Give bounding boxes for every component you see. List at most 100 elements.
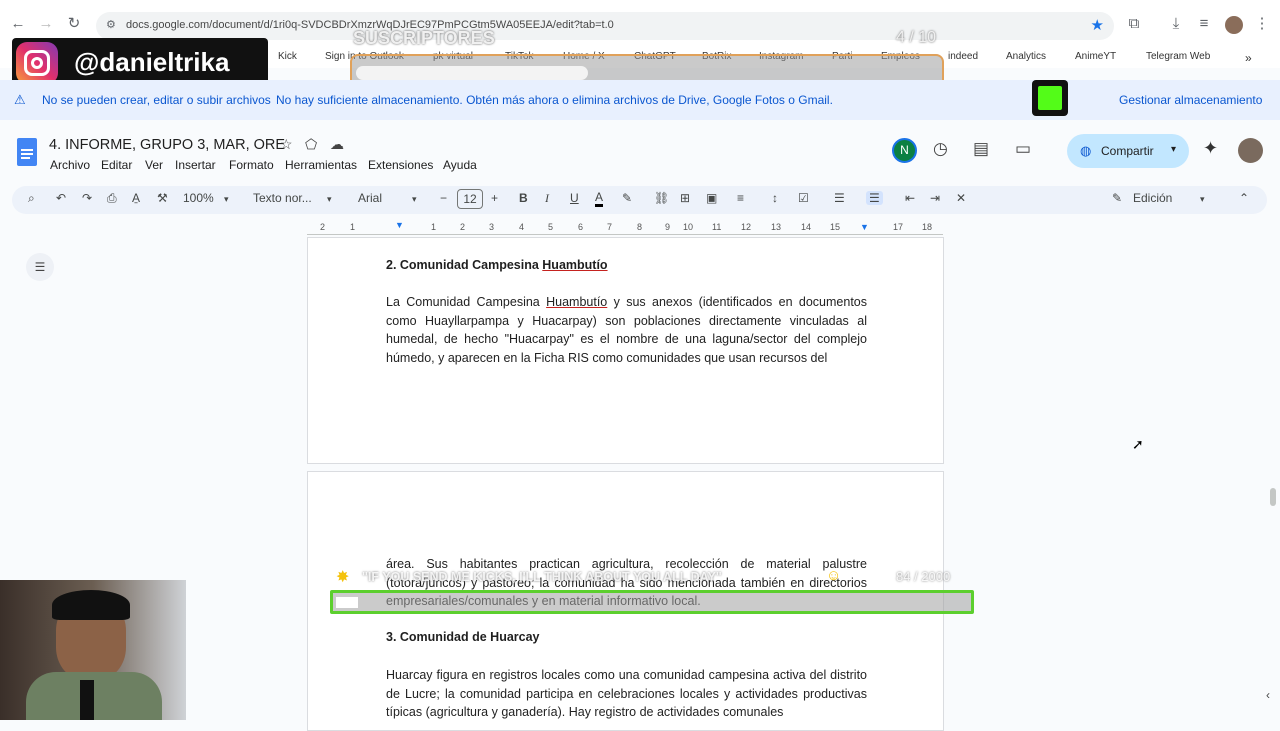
sparkle-icon: ✸ <box>336 569 350 586</box>
menu-herramientas[interactable]: Herramientas <box>285 158 357 172</box>
banner-message: No hay suficiente almacenamiento. Obtén … <box>276 93 833 107</box>
right-indent-marker[interactable]: ▼ <box>860 222 869 232</box>
bookmark-indeed[interactable]: indeed <box>948 51 978 62</box>
bookmark-animeyt[interactable]: AnimeYT <box>1075 51 1116 62</box>
bullet-list-icon[interactable]: ☰ <box>834 191 845 205</box>
extensions-icon[interactable]: ⧉ <box>1122 12 1146 36</box>
share-label: Compartir <box>1101 144 1154 158</box>
comment-icon[interactable]: ⊞ <box>680 191 690 205</box>
font-select[interactable]: Arial <box>358 191 382 205</box>
text-color-icon[interactable]: A <box>595 191 604 207</box>
font-dropdown-icon[interactable]: ▾ <box>412 194 417 205</box>
profile-avatar[interactable] <box>1225 16 1243 34</box>
zoom-dropdown-icon[interactable]: ▾ <box>224 194 229 205</box>
font-size-input[interactable]: 12 <box>457 189 483 209</box>
downloads-icon[interactable]: ⤓ <box>1164 12 1188 36</box>
menu-insertar[interactable]: Insertar <box>175 158 216 172</box>
undo-icon[interactable]: ↶ <box>56 191 66 205</box>
mode-dropdown-icon[interactable]: ▾ <box>1200 194 1205 205</box>
hide-menus-icon[interactable]: ⌃ <box>1239 191 1249 205</box>
line-spacing-icon[interactable]: ↕ <box>772 191 778 205</box>
meet-icon[interactable]: ▭ <box>1015 139 1031 159</box>
subs-progress-fill <box>356 66 588 80</box>
media-icon[interactable]: ≡ <box>1192 12 1216 36</box>
webcam-feed <box>0 580 186 720</box>
bookmark-analytics[interactable]: Analytics <box>1006 51 1046 62</box>
more-bookmarks-icon[interactable]: » <box>1245 51 1252 65</box>
address-bar[interactable]: ⚙ docs.google.com/document/d/1ri0q-SVDCB… <box>96 12 1114 40</box>
manage-storage-link[interactable]: Gestionar almacenamiento <box>1119 93 1262 107</box>
highlight-icon[interactable]: ✎ <box>622 191 632 205</box>
star-icon[interactable]: ☆ <box>280 136 293 153</box>
menu-ayuda[interactable]: Ayuda <box>443 158 477 172</box>
document-page[interactable]: 2. Comunidad Campesina Huambutío La Comu… <box>307 237 944 464</box>
kick-ticker-text: "IF YOU SEND ME KICKS, I'LL THINK ABOUT … <box>362 570 722 584</box>
clear-format-icon[interactable]: ✕ <box>956 191 966 205</box>
account-avatar[interactable] <box>1238 138 1263 163</box>
bookmark-kick[interactable]: Kick <box>278 51 297 62</box>
style-select[interactable]: Texto nor... <box>253 191 312 205</box>
spellcheck-icon[interactable]: A̱ <box>132 191 140 205</box>
storage-warning-banner: ⚠ No se pueden crear, editar o subir arc… <box>0 80 1280 120</box>
redo-icon[interactable]: ↷ <box>82 191 92 205</box>
docs-header: 4. INFORME, GRUPO 3, MAR, ORE ☆ ⬠ ☁ Arch… <box>0 130 1280 185</box>
goal-progress-fill <box>336 597 358 608</box>
share-dropdown-icon[interactable]: ▾ <box>1171 144 1176 155</box>
cloud-status-icon: ☁ <box>330 136 344 152</box>
doc-title[interactable]: 4. INFORME, GRUPO 3, MAR, ORE <box>49 137 285 153</box>
gemini-icon[interactable]: ✦ <box>1203 138 1218 159</box>
zoom-select[interactable]: 100% <box>183 191 214 205</box>
decrease-size-icon[interactable]: − <box>440 191 447 205</box>
bookmark-star-icon[interactable]: ★ <box>1091 16 1104 34</box>
bold-icon[interactable]: B <box>519 191 528 205</box>
docs-logo-icon[interactable] <box>17 138 37 166</box>
move-icon[interactable]: ⬠ <box>305 136 317 153</box>
outline-icon[interactable]: ☰ <box>26 253 54 281</box>
menu-editar[interactable]: Editar <box>101 158 132 172</box>
person-body <box>26 672 162 720</box>
banner-title: No se pueden crear, editar o subir archi… <box>42 93 271 107</box>
instagram-icon <box>16 42 58 84</box>
image-icon[interactable]: ▣ <box>706 191 717 205</box>
decrease-indent-icon[interactable]: ⇤ <box>905 191 915 205</box>
checklist-icon[interactable]: ☑ <box>798 191 809 205</box>
menu-extensiones[interactable]: Extensiones <box>368 158 433 172</box>
mode-select[interactable]: Edición <box>1133 191 1172 205</box>
italic-icon[interactable]: I <box>545 191 549 206</box>
align-icon[interactable]: ≡ <box>737 191 744 205</box>
instagram-handle: @danieltrika <box>74 47 230 77</box>
increase-size-icon[interactable]: + <box>491 191 498 205</box>
warning-icon: ⚠ <box>14 92 26 107</box>
indent-marker[interactable]: ▼ <box>395 220 404 230</box>
menu-ver[interactable]: Ver <box>145 158 163 172</box>
spell-underlined-word[interactable]: Huambutío <box>542 258 607 272</box>
site-info-icon[interactable]: ⚙ <box>106 18 116 31</box>
comments-icon[interactable]: ▤ <box>973 139 989 159</box>
reload-icon[interactable]: ↻ <box>62 12 86 36</box>
print-icon[interactable]: ⎙ <box>107 191 117 206</box>
history-icon[interactable]: ◷ <box>933 139 948 159</box>
kick-ticker-count: 84 / 2000 <box>896 569 951 584</box>
back-icon[interactable]: ← <box>6 12 30 36</box>
menu-formato[interactable]: Formato <box>229 158 274 172</box>
underline-icon[interactable]: U <box>570 191 579 205</box>
bookmark-telegram[interactable]: Telegram Web <box>1146 51 1210 62</box>
menu-archivo[interactable]: Archivo <box>50 158 90 172</box>
paint-format-icon[interactable]: ⚒ <box>157 191 168 205</box>
link-icon[interactable]: ⛓ <box>654 191 669 205</box>
style-dropdown-icon[interactable]: ▾ <box>327 194 332 205</box>
browser-menu-icon[interactable]: ⋮ <box>1250 12 1274 36</box>
subs-count: 4 / 10 <box>896 29 937 46</box>
share-button[interactable]: ◍ Compartir ▾ <box>1067 134 1189 168</box>
collaborator-avatar[interactable]: N <box>892 138 917 163</box>
paragraph: Huarcay figura en registros locales como… <box>386 668 867 719</box>
search-menus-icon[interactable]: ⌕ <box>28 191 35 206</box>
increase-indent-icon[interactable]: ⇥ <box>930 191 940 205</box>
scrollbar-thumb[interactable] <box>1270 488 1276 506</box>
numbered-list-icon[interactable]: ☰ <box>866 191 883 205</box>
spell-underlined-word[interactable]: Huambutío <box>546 295 607 309</box>
forward-icon[interactable]: → <box>34 12 58 36</box>
side-panel-toggle-icon[interactable]: ‹ <box>1266 688 1270 702</box>
microphone <box>80 680 94 720</box>
kick-logo-icon <box>1032 80 1068 116</box>
